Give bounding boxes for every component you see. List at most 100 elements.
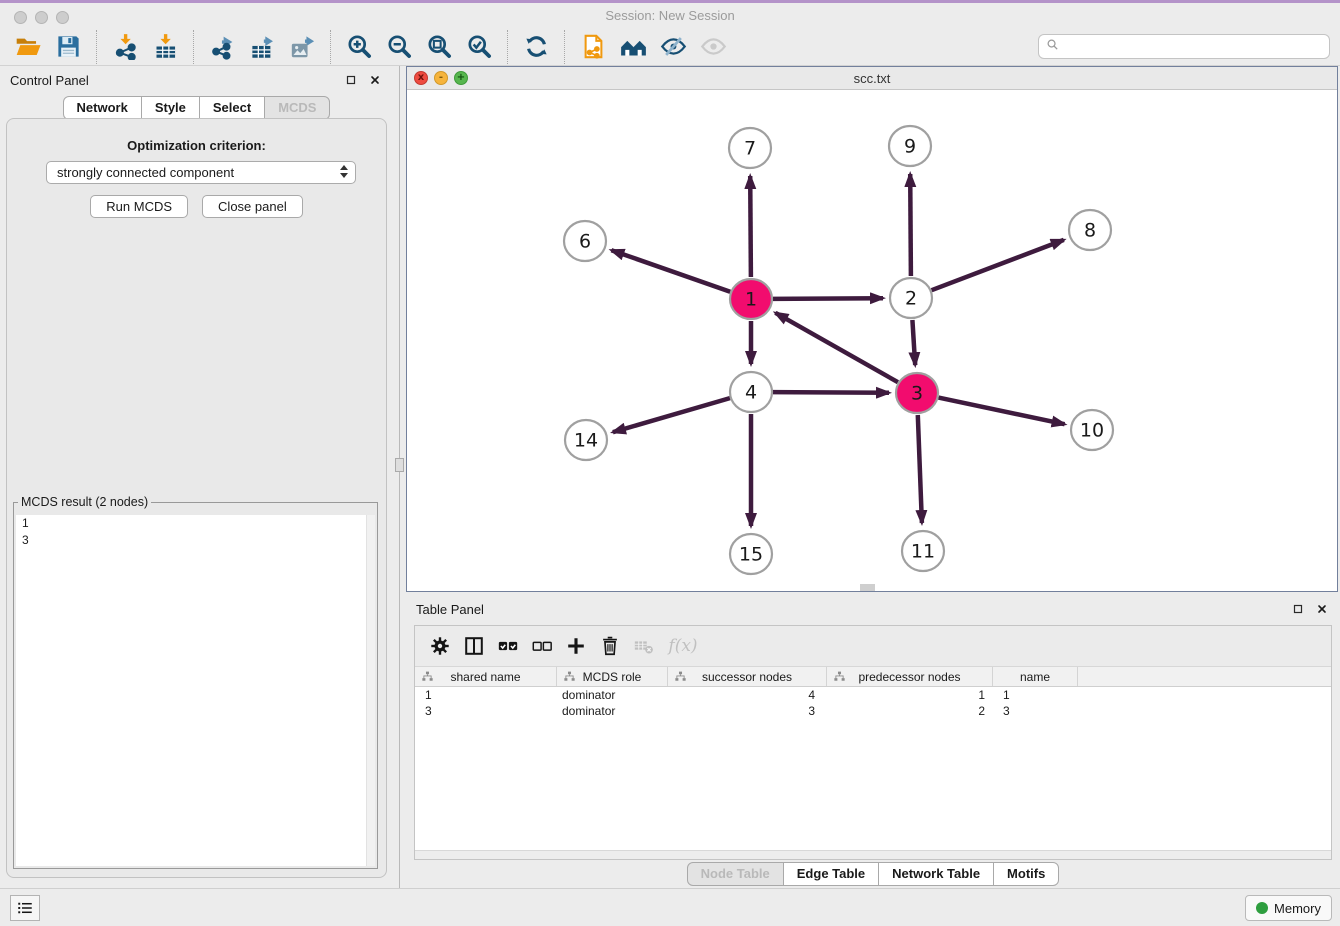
close-panel-icon[interactable]: [367, 72, 383, 88]
search-input[interactable]: [1060, 37, 1329, 57]
search-field[interactable]: [1038, 34, 1330, 59]
column-tree-icon: [421, 670, 434, 683]
table-cell[interactable]: dominator: [557, 703, 668, 719]
graph-node-10[interactable]: 10: [1071, 410, 1113, 450]
graphics-details-button[interactable]: [656, 30, 690, 64]
save-session-button[interactable]: [51, 30, 85, 64]
graph-edge-1-7[interactable]: [750, 176, 751, 277]
export-table-button[interactable]: [245, 30, 279, 64]
table-cell[interactable]: dominator: [557, 687, 668, 703]
table-cell[interactable]: 3: [668, 703, 827, 719]
graph-edge-4-3[interactable]: [773, 392, 889, 393]
table-tab-motifs[interactable]: Motifs: [993, 862, 1059, 886]
clone-network-button[interactable]: [576, 30, 610, 64]
network-frame-titlebar[interactable]: x-+ scc.txt: [407, 67, 1337, 90]
graph-edge-1-2[interactable]: [773, 298, 883, 299]
delete-columns-button[interactable]: [595, 631, 625, 661]
column-header-mcds-role[interactable]: MCDS role: [557, 667, 668, 686]
column-header-successor-nodes[interactable]: successor nodes: [668, 667, 827, 686]
graph-node-14[interactable]: 14: [565, 420, 607, 460]
tab-network[interactable]: Network: [63, 96, 142, 120]
network-graph[interactable]: 1 2 3 4 6 7 8 9 10 11 14 15: [407, 90, 1337, 591]
float-table-panel-icon[interactable]: [1290, 601, 1306, 617]
table-settings-button[interactable]: [425, 631, 455, 661]
table-tab-edge-table[interactable]: Edge Table: [783, 862, 879, 886]
graph-node-2[interactable]: 2: [890, 278, 932, 318]
canvas-splitter-grip[interactable]: [860, 584, 875, 591]
zoom-selected-button[interactable]: [462, 30, 496, 64]
criterion-value: strongly connected component: [57, 165, 234, 180]
frame-maximize-button[interactable]: +: [454, 71, 468, 85]
task-history-button[interactable]: [10, 895, 40, 921]
graph-edge-2-8[interactable]: [932, 240, 1064, 290]
network-canvas[interactable]: 1 2 3 4 6 7 8 9 10 11 14 15: [407, 90, 1337, 591]
column-header-predecessor-nodes[interactable]: predecessor nodes: [827, 667, 993, 686]
maximize-window-button[interactable]: [56, 11, 69, 24]
create-column-button[interactable]: [561, 631, 591, 661]
graph-node-6[interactable]: 6: [564, 221, 606, 261]
table-horizontal-scrollbar[interactable]: [415, 850, 1331, 859]
column-header-shared-name[interactable]: shared name: [415, 667, 557, 686]
table-row[interactable]: 3dominator323: [415, 703, 1331, 719]
svg-text:14: 14: [574, 430, 598, 452]
open-session-button[interactable]: [11, 30, 45, 64]
window-titlebar[interactable]: Session: New Session: [0, 3, 1340, 28]
graph-node-1[interactable]: 1: [730, 279, 772, 319]
first-neighbors-button[interactable]: [616, 30, 650, 64]
table-tab-node-table[interactable]: Node Table: [687, 862, 784, 886]
svg-text:1: 1: [745, 289, 757, 311]
deselect-all-rows-button[interactable]: [527, 631, 557, 661]
panel-splitter[interactable]: [393, 66, 406, 888]
frame-close-button[interactable]: x: [414, 71, 428, 85]
frame-minimize-button[interactable]: -: [434, 71, 448, 85]
graph-edge-2-9[interactable]: [910, 174, 911, 276]
tab-mcds[interactable]: MCDS: [264, 96, 330, 120]
zoom-in-button[interactable]: [342, 30, 376, 64]
import-network-button[interactable]: [108, 30, 142, 64]
graph-node-9[interactable]: 9: [889, 126, 931, 166]
float-panel-icon[interactable]: [343, 72, 359, 88]
export-network-button[interactable]: [205, 30, 239, 64]
graph-edge-1-6[interactable]: [611, 250, 730, 292]
graph-edge-3-10[interactable]: [939, 398, 1065, 425]
zoom-fit-button[interactable]: [422, 30, 456, 64]
toggle-columns-button[interactable]: [459, 631, 489, 661]
table-tab-network-table[interactable]: Network Table: [878, 862, 994, 886]
graph-edge-3-11[interactable]: [918, 415, 922, 523]
import-table-button[interactable]: [148, 30, 182, 64]
tab-select[interactable]: Select: [199, 96, 265, 120]
table-cell[interactable]: 3: [993, 703, 1078, 719]
table-cell[interactable]: 3: [415, 703, 557, 719]
table-cell[interactable]: 2: [827, 703, 993, 719]
export-image-button[interactable]: [285, 30, 319, 64]
tab-style[interactable]: Style: [141, 96, 200, 120]
refresh-view-button[interactable]: [519, 30, 553, 64]
table-cell[interactable]: 1: [827, 687, 993, 703]
table-cell[interactable]: 4: [668, 687, 827, 703]
mcds-result-textarea[interactable]: 13: [16, 515, 375, 866]
result-scrollbar[interactable]: [366, 515, 375, 866]
close-panel-button[interactable]: Close panel: [202, 195, 303, 218]
graph-edge-2-3[interactable]: [912, 320, 915, 365]
column-header-name[interactable]: name: [993, 667, 1078, 686]
criterion-select[interactable]: strongly connected component: [46, 161, 356, 184]
select-all-rows-button[interactable]: [493, 631, 523, 661]
table-row[interactable]: 1dominator411: [415, 687, 1331, 703]
run-mcds-button[interactable]: Run MCDS: [90, 195, 188, 218]
memory-button[interactable]: Memory: [1245, 895, 1332, 921]
graph-node-11[interactable]: 11: [902, 531, 944, 571]
close-window-button[interactable]: [14, 11, 27, 24]
close-table-panel-icon[interactable]: [1314, 601, 1330, 617]
graph-node-4[interactable]: 4: [730, 372, 772, 412]
graph-edge-4-14[interactable]: [613, 398, 730, 432]
minimize-window-button[interactable]: [35, 11, 48, 24]
graph-edge-3-1[interactable]: [775, 313, 898, 382]
zoom-out-button[interactable]: [382, 30, 416, 64]
graph-node-7[interactable]: 7: [729, 128, 771, 168]
splitter-grip[interactable]: [395, 458, 404, 472]
graph-node-8[interactable]: 8: [1069, 210, 1111, 250]
graph-node-3[interactable]: 3: [896, 373, 938, 413]
graph-node-15[interactable]: 15: [730, 534, 772, 574]
table-cell[interactable]: 1: [415, 687, 557, 703]
table-cell[interactable]: 1: [993, 687, 1078, 703]
